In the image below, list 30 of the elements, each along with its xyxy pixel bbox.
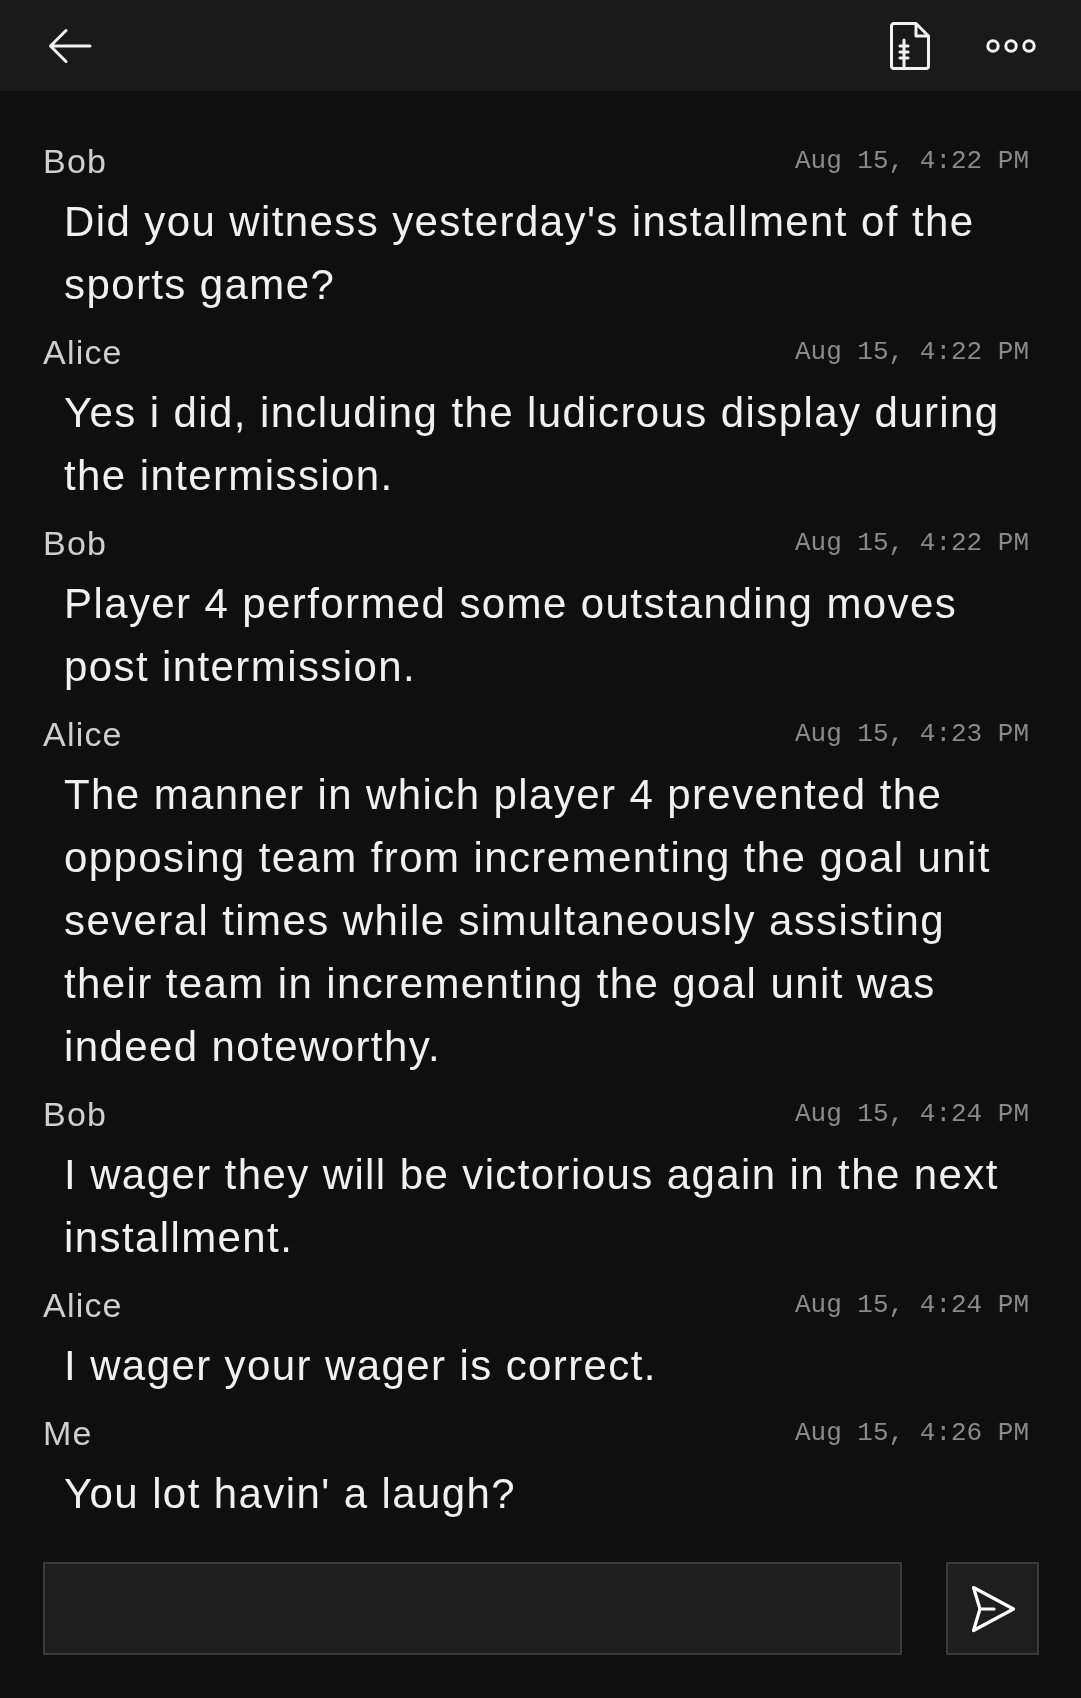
message-timestamp: Aug 15, 4:22 PM xyxy=(794,147,1029,176)
sender-name: Bob xyxy=(43,142,108,181)
message-timestamp: Aug 15, 4:22 PM xyxy=(794,338,1029,367)
message-timestamp: Aug 15, 4:26 PM xyxy=(794,1419,1029,1448)
message-input[interactable] xyxy=(43,1562,902,1655)
more-options-icon xyxy=(986,38,1036,53)
sender-name: Alice xyxy=(43,1286,123,1325)
message-text: The manner in which player 4 prevented the opposing team from incrementing the goal unit several times while simultaneously assisting their team in incrementing the goal unit was indeed noteworthy. xyxy=(63,770,992,1072)
send-button[interactable] xyxy=(946,1562,1039,1655)
sender-name: Me xyxy=(43,1414,93,1453)
back-arrow-icon xyxy=(48,27,92,64)
message-text: Did you witness yesterday's installment of the sports game? xyxy=(63,197,976,310)
message-text: I wager your wager is correct. xyxy=(63,1341,658,1391)
file-button[interactable] xyxy=(890,21,930,70)
sender-name: Alice xyxy=(43,333,123,372)
back-button[interactable] xyxy=(48,27,92,64)
message-text: Player 4 performed some outstanding moves post intermission. xyxy=(63,579,959,692)
zip-file-icon xyxy=(890,21,930,70)
message-timestamp: Aug 15, 4:24 PM xyxy=(794,1291,1029,1320)
more-options-button[interactable] xyxy=(986,38,1036,53)
sender-name: Bob xyxy=(43,524,108,563)
message-timestamp: Aug 15, 4:24 PM xyxy=(794,1100,1029,1129)
message-text: You lot havin' a laugh? xyxy=(63,1469,517,1519)
message-text: Yes i did, including the ludicrous display during the intermission. xyxy=(63,388,1001,501)
message-text: I wager they will be victorious again in the next installment. xyxy=(63,1150,1000,1263)
message-timestamp: Aug 15, 4:23 PM xyxy=(794,720,1029,749)
sender-name: Bob xyxy=(43,1095,108,1134)
message-timestamp: Aug 15, 4:22 PM xyxy=(794,529,1029,558)
sender-name: Alice xyxy=(43,715,123,754)
send-icon xyxy=(969,1584,1016,1633)
